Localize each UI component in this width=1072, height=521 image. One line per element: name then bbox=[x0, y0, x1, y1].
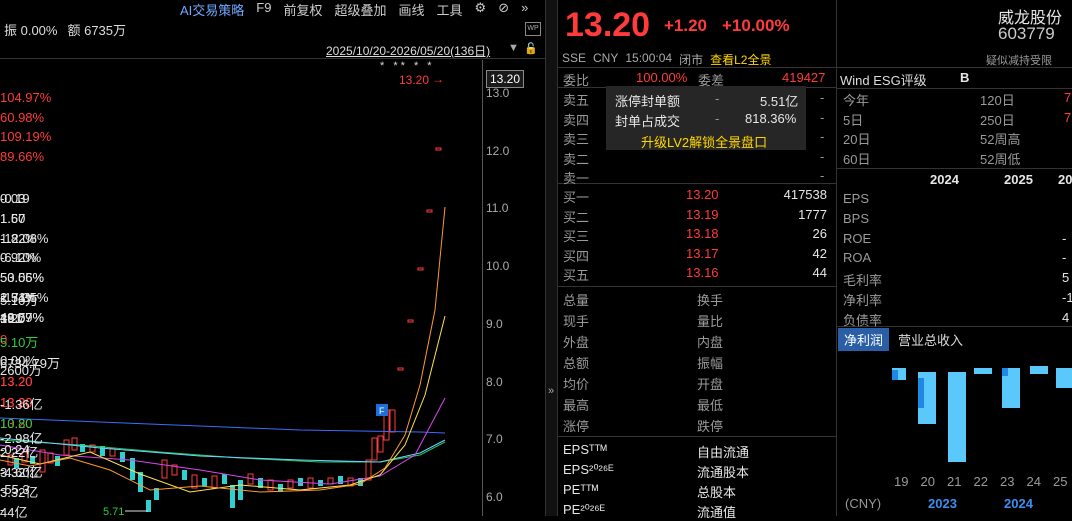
chart-toolbar: AI交易策略 F9 前复权 超级叠加 画线 工具 ⚙ ⊘ » bbox=[180, 0, 528, 18]
bar-year-2023: 2023 bbox=[928, 496, 957, 511]
date-range[interactable]: 2025/10/20-2026/05/20(136日) bbox=[326, 42, 490, 59]
market-status: 闭市 bbox=[679, 53, 704, 67]
profit-bar bbox=[1030, 366, 1048, 374]
reduction-note: 疑似减持受限 bbox=[986, 55, 1052, 67]
fin-value: 1.50 bbox=[0, 210, 26, 226]
ask-volume: - bbox=[820, 168, 825, 183]
profit-bar bbox=[918, 378, 924, 408]
fin-year-header: 2024 bbox=[930, 172, 959, 187]
ai-strategy-button[interactable]: AI交易策略 bbox=[180, 0, 244, 18]
fin-value: 4 bbox=[1062, 309, 1070, 325]
profit-bar bbox=[948, 372, 966, 462]
perf-label: 52周高 bbox=[980, 132, 1021, 147]
quote-subline: SSE CNY 15:00:04 闭市 查看L2全景 bbox=[562, 51, 771, 68]
profit-bar bbox=[892, 370, 898, 380]
stat-value: 3.32亿 bbox=[0, 485, 39, 500]
fin-value: 50.56% bbox=[0, 270, 45, 286]
perf-label: 250日 bbox=[980, 112, 1015, 128]
price-change: +1.20 bbox=[664, 16, 708, 35]
bar-y-label: 2600万 bbox=[0, 363, 42, 378]
chart-infobar: 振 0.00% 额 6735万 bbox=[4, 20, 126, 39]
fin-value: - bbox=[1062, 230, 1067, 246]
currency-label: CNY bbox=[593, 51, 619, 65]
perf-label: 52周低 bbox=[980, 151, 1021, 167]
fin-value: 49.59% bbox=[0, 309, 45, 325]
bar-x-label: 25 bbox=[1053, 474, 1068, 489]
fin-year-header: 20 bbox=[1058, 172, 1072, 187]
esg-rating: B bbox=[960, 70, 970, 85]
weibi-value: 100.00% bbox=[636, 70, 688, 85]
fin-value: -1 bbox=[1062, 290, 1072, 305]
settings-icon[interactable]: ⚙ bbox=[475, 0, 487, 18]
price-change-pct: +10.00% bbox=[722, 16, 790, 35]
tools-button[interactable]: 工具 bbox=[437, 0, 463, 18]
fin-value: - bbox=[1062, 250, 1067, 266]
bar-x-label: 24 bbox=[1026, 474, 1041, 489]
bar-x-label: 23 bbox=[1000, 474, 1015, 489]
perf-value: 7 bbox=[1064, 109, 1072, 125]
stat-value: 5.10万 bbox=[0, 335, 39, 350]
fin-value: -6.10% bbox=[0, 250, 42, 266]
bar-x-label: 22 bbox=[973, 474, 988, 489]
bar-x-label: 21 bbox=[947, 474, 962, 489]
fin-value: -0.19 bbox=[0, 191, 30, 206]
last-price: 13.20 bbox=[565, 6, 651, 44]
profit-bar bbox=[974, 368, 992, 374]
perf-value: 104.97% bbox=[0, 90, 52, 105]
perf-label: 120日 bbox=[980, 93, 1015, 108]
more-icon[interactable]: » bbox=[521, 0, 528, 18]
profit-bar bbox=[1002, 368, 1008, 376]
perf-value: 109.19% bbox=[0, 129, 52, 144]
bar-year-2024: 2024 bbox=[1004, 496, 1033, 511]
tab-revenue[interactable]: 营业总收入 bbox=[892, 328, 969, 351]
tab-net-profit[interactable]: 净利润 bbox=[838, 328, 890, 351]
l2-link[interactable]: 查看L2全景 bbox=[710, 51, 771, 68]
profit-bar bbox=[1056, 368, 1072, 388]
bar-y-label: -1.36亿 bbox=[0, 397, 43, 412]
f9-button[interactable]: F9 bbox=[256, 0, 271, 18]
bar-unit: (CNY) bbox=[845, 496, 882, 511]
fin-value: -12.08% bbox=[0, 230, 49, 246]
bar-y-label: -2.98亿 bbox=[0, 431, 43, 446]
perf-value: 60.98% bbox=[0, 109, 45, 125]
bar-x-label: 19 bbox=[894, 474, 909, 489]
lock-icon[interactable]: 🔓 bbox=[524, 42, 538, 55]
fin-year-header: 2025 bbox=[1004, 172, 1033, 187]
perf-value: 89.66% bbox=[0, 148, 45, 164]
bar-y-label: -4.60亿 bbox=[0, 465, 43, 480]
wp-icon[interactable]: WP bbox=[525, 22, 541, 36]
overlay-button[interactable]: 超级叠加 bbox=[334, 0, 386, 18]
pre-adjust-button[interactable]: 前复权 bbox=[283, 0, 322, 18]
amount-label: 额 6735万 bbox=[67, 23, 127, 38]
stat-value: 44亿 bbox=[0, 505, 28, 520]
stock-code: 603779 bbox=[998, 24, 1055, 43]
weicha-value: 419427 bbox=[782, 70, 826, 85]
esg-label: Wind ESG评级 bbox=[840, 73, 927, 88]
alert-icon[interactable]: ⊘ bbox=[498, 0, 509, 18]
exchange-label: SSE bbox=[562, 51, 587, 65]
amplitude-label: 振 0.00% bbox=[4, 23, 58, 38]
dropdown-icon[interactable]: ▼ bbox=[508, 42, 519, 54]
perf-value: 7 bbox=[1064, 90, 1072, 105]
draw-line-button[interactable]: 画线 bbox=[399, 0, 425, 18]
ask-label: 卖一 bbox=[563, 171, 590, 186]
bar-x-label: 20 bbox=[920, 474, 935, 489]
fin-value: 5 bbox=[1062, 270, 1070, 286]
fin-value: -17.35% bbox=[0, 290, 49, 305]
time-label: 15:00:04 bbox=[625, 51, 673, 65]
